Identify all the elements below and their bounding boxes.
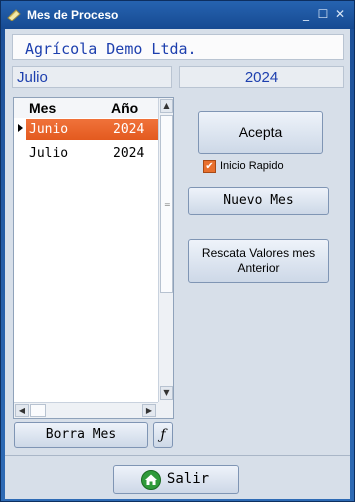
borra-mes-button[interactable]: Borra Mes [14, 422, 148, 448]
scroll-left-button[interactable]: ◀ [15, 404, 29, 417]
company-name: Agrícola Demo Ltda. [12, 34, 344, 60]
maximize-button[interactable]: ☐ [316, 7, 330, 21]
scroll-corner [158, 402, 173, 418]
salir-button[interactable]: Salir [113, 465, 239, 494]
separator [5, 455, 350, 456]
row-month: Junio [29, 122, 69, 137]
header-year[interactable]: Año [111, 100, 138, 116]
home-icon [141, 470, 161, 490]
rescata-valores-button[interactable]: Rescata Valores mes Anterior [188, 239, 329, 283]
nuevo-mes-button[interactable]: Nuevo Mes [188, 187, 329, 215]
row-year: 2024 [113, 146, 145, 161]
row-month: Julio [29, 146, 69, 161]
header-month[interactable]: Mes [29, 100, 56, 116]
months-grid[interactable]: Mes Año Junio 2024 Julio 2024 ▲ = ▼ ◀ ▶ [13, 97, 174, 419]
acepta-button[interactable]: Acepta [198, 111, 323, 154]
app-icon [7, 9, 21, 21]
scroll-thumb[interactable]: = [160, 115, 173, 293]
table-row[interactable]: Junio 2024 [26, 119, 158, 140]
minimize-button[interactable]: _ [299, 7, 313, 21]
current-row-indicator [18, 124, 23, 132]
current-year-field: 2024 [179, 66, 344, 88]
salir-label: Salir [166, 471, 210, 487]
table-row[interactable]: Julio 2024 [14, 143, 158, 164]
inicio-rapido-label: Inicio Rapido [220, 160, 284, 172]
check-icon: ✔ [205, 161, 214, 172]
h-scroll-thumb[interactable] [30, 404, 46, 417]
function-button[interactable]: ƒ [153, 422, 173, 448]
scroll-right-button[interactable]: ▶ [142, 404, 156, 417]
row-year: 2024 [113, 122, 145, 137]
current-month-field: Julio [12, 66, 172, 88]
inicio-rapido-checkbox[interactable]: ✔ [203, 160, 216, 173]
horizontal-scrollbar[interactable]: ◀ ▶ [14, 402, 158, 418]
grip-icon: = [164, 200, 171, 209]
title-bar: Mes de Proceso _ ☐ ✕ [1, 1, 354, 29]
client-area: Agrícola Demo Ltda. Julio 2024 Mes Año J… [5, 29, 350, 499]
vertical-scrollbar[interactable]: ▲ = ▼ [158, 98, 173, 402]
grid-header: Mes Año [14, 98, 158, 118]
window-title: Mes de Proceso [27, 8, 119, 22]
scroll-up-button[interactable]: ▲ [160, 99, 173, 113]
scroll-down-button[interactable]: ▼ [160, 386, 173, 400]
close-button[interactable]: ✕ [333, 7, 347, 21]
process-month-window: Mes de Proceso _ ☐ ✕ Agrícola Demo Ltda.… [0, 0, 355, 502]
